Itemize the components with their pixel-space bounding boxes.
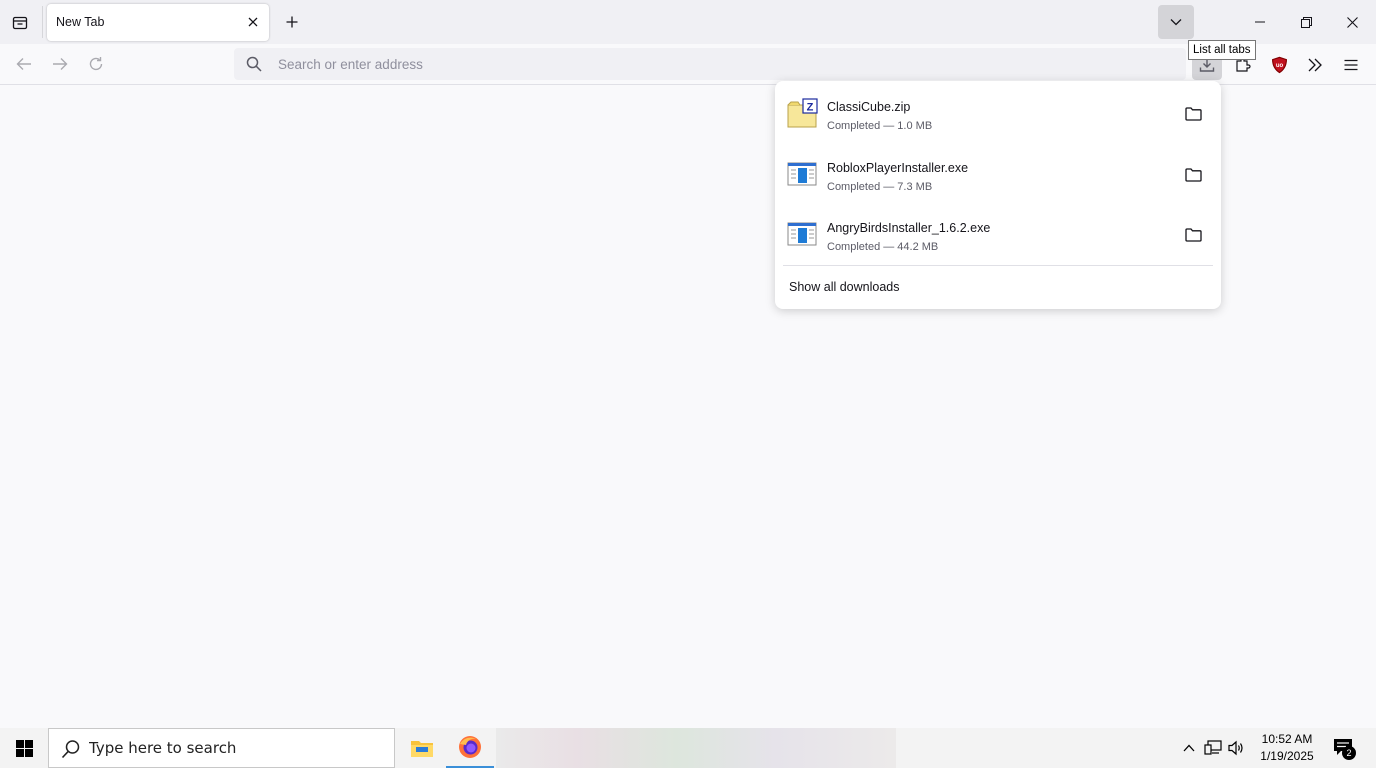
download-item[interactable]: AngryBirdsInstaller_1.6.2.exe Completed … xyxy=(783,208,1213,264)
open-folder-button[interactable] xyxy=(1183,166,1203,184)
tab-strip: New Tab xyxy=(0,0,1376,44)
windows-taskbar: 10:52 AM 1/19/2025 2 xyxy=(0,728,1376,768)
download-filename: RobloxPlayerInstaller.exe xyxy=(827,161,969,175)
download-status: Completed — 7.3 MB xyxy=(827,181,933,193)
show-all-downloads-button[interactable]: Show all downloads xyxy=(789,280,900,294)
action-center-button[interactable]: 2 xyxy=(1330,734,1358,762)
downloads-panel: Z ClassiCube.zip Completed — 1.0 MB Robl… xyxy=(775,81,1221,309)
address-bar[interactable] xyxy=(234,48,1186,80)
more-tools-button[interactable] xyxy=(1300,50,1330,80)
address-input[interactable] xyxy=(278,48,1158,80)
forward-button[interactable] xyxy=(46,50,74,78)
minimize-icon xyxy=(1255,21,1265,23)
download-filename: AngryBirdsInstaller_1.6.2.exe xyxy=(827,221,991,235)
arrow-right-icon xyxy=(53,58,68,70)
taskbar-blurred-area xyxy=(496,728,896,768)
firefox-icon xyxy=(459,736,481,758)
close-tab-button[interactable] xyxy=(243,12,263,32)
reload-icon xyxy=(89,57,103,71)
folder-icon xyxy=(1184,228,1202,242)
svg-text:Z: Z xyxy=(807,102,814,114)
firefox-view-button[interactable] xyxy=(6,9,34,37)
ublock-origin-button[interactable]: uo xyxy=(1264,50,1294,80)
search-icon xyxy=(246,56,262,72)
windows-logo-icon xyxy=(15,739,33,757)
zip-archive-icon: Z xyxy=(787,98,818,128)
executable-icon xyxy=(787,222,817,246)
list-all-tabs-button[interactable] xyxy=(1158,5,1194,39)
network-button[interactable] xyxy=(1202,736,1224,760)
minimize-button[interactable] xyxy=(1237,0,1283,44)
download-item[interactable]: RobloxPlayerInstaller.exe Completed — 7.… xyxy=(783,148,1213,204)
clock-date: 1/19/2025 xyxy=(1260,749,1314,763)
hamburger-menu-icon xyxy=(1344,59,1358,71)
new-tab-button[interactable] xyxy=(280,9,304,35)
clock-time: 10:52 AM xyxy=(1261,732,1313,746)
reload-button[interactable] xyxy=(82,50,110,78)
app-menu-button[interactable] xyxy=(1336,50,1366,80)
firefox-view-icon xyxy=(12,16,28,30)
taskbar-search-box[interactable] xyxy=(48,728,395,768)
start-button[interactable] xyxy=(0,728,48,768)
network-icon xyxy=(1204,740,1222,755)
plus-icon xyxy=(286,16,298,28)
download-filename: ClassiCube.zip xyxy=(827,100,911,114)
show-hidden-icons-button[interactable] xyxy=(1178,736,1200,760)
download-status: Completed — 44.2 MB xyxy=(827,241,939,253)
search-icon xyxy=(61,740,80,759)
back-button[interactable] xyxy=(10,50,38,78)
chevron-down-icon xyxy=(1170,19,1182,26)
ublock-shield-icon: uo xyxy=(1271,56,1287,74)
panel-divider xyxy=(783,265,1213,266)
folder-icon xyxy=(1184,107,1202,121)
speaker-icon xyxy=(1228,740,1243,756)
download-item[interactable]: Z ClassiCube.zip Completed — 1.0 MB xyxy=(783,87,1213,143)
chevron-double-right-icon xyxy=(1308,58,1322,72)
tab-title: New Tab xyxy=(56,15,105,29)
file-explorer-taskbar-button[interactable] xyxy=(398,728,446,768)
list-all-tabs-tooltip: List all tabs xyxy=(1188,40,1256,60)
taskbar-clock[interactable]: 10:52 AM 1/19/2025 xyxy=(1254,731,1320,765)
notification-count-badge: 2 xyxy=(1342,746,1356,760)
tab-separator xyxy=(42,6,43,38)
chevron-up-icon xyxy=(1183,744,1195,752)
arrow-left-icon xyxy=(16,58,31,70)
file-explorer-icon xyxy=(411,741,433,757)
close-icon xyxy=(1346,16,1358,28)
executable-icon xyxy=(787,162,817,186)
open-folder-button[interactable] xyxy=(1183,226,1203,244)
restore-button[interactable] xyxy=(1283,0,1329,44)
tab-new-tab[interactable]: New Tab xyxy=(47,4,269,41)
volume-button[interactable] xyxy=(1226,736,1248,760)
restore-icon xyxy=(1300,16,1312,28)
download-status: Completed — 1.0 MB xyxy=(827,120,933,132)
navigation-toolbar: uo xyxy=(0,44,1376,85)
folder-icon xyxy=(1184,168,1202,182)
firefox-taskbar-button[interactable] xyxy=(446,728,494,768)
close-window-button[interactable] xyxy=(1329,0,1375,44)
open-folder-button[interactable] xyxy=(1183,105,1203,123)
svg-text:uo: uo xyxy=(1275,63,1283,69)
close-icon xyxy=(248,17,258,27)
taskbar-search-input[interactable] xyxy=(89,729,389,767)
